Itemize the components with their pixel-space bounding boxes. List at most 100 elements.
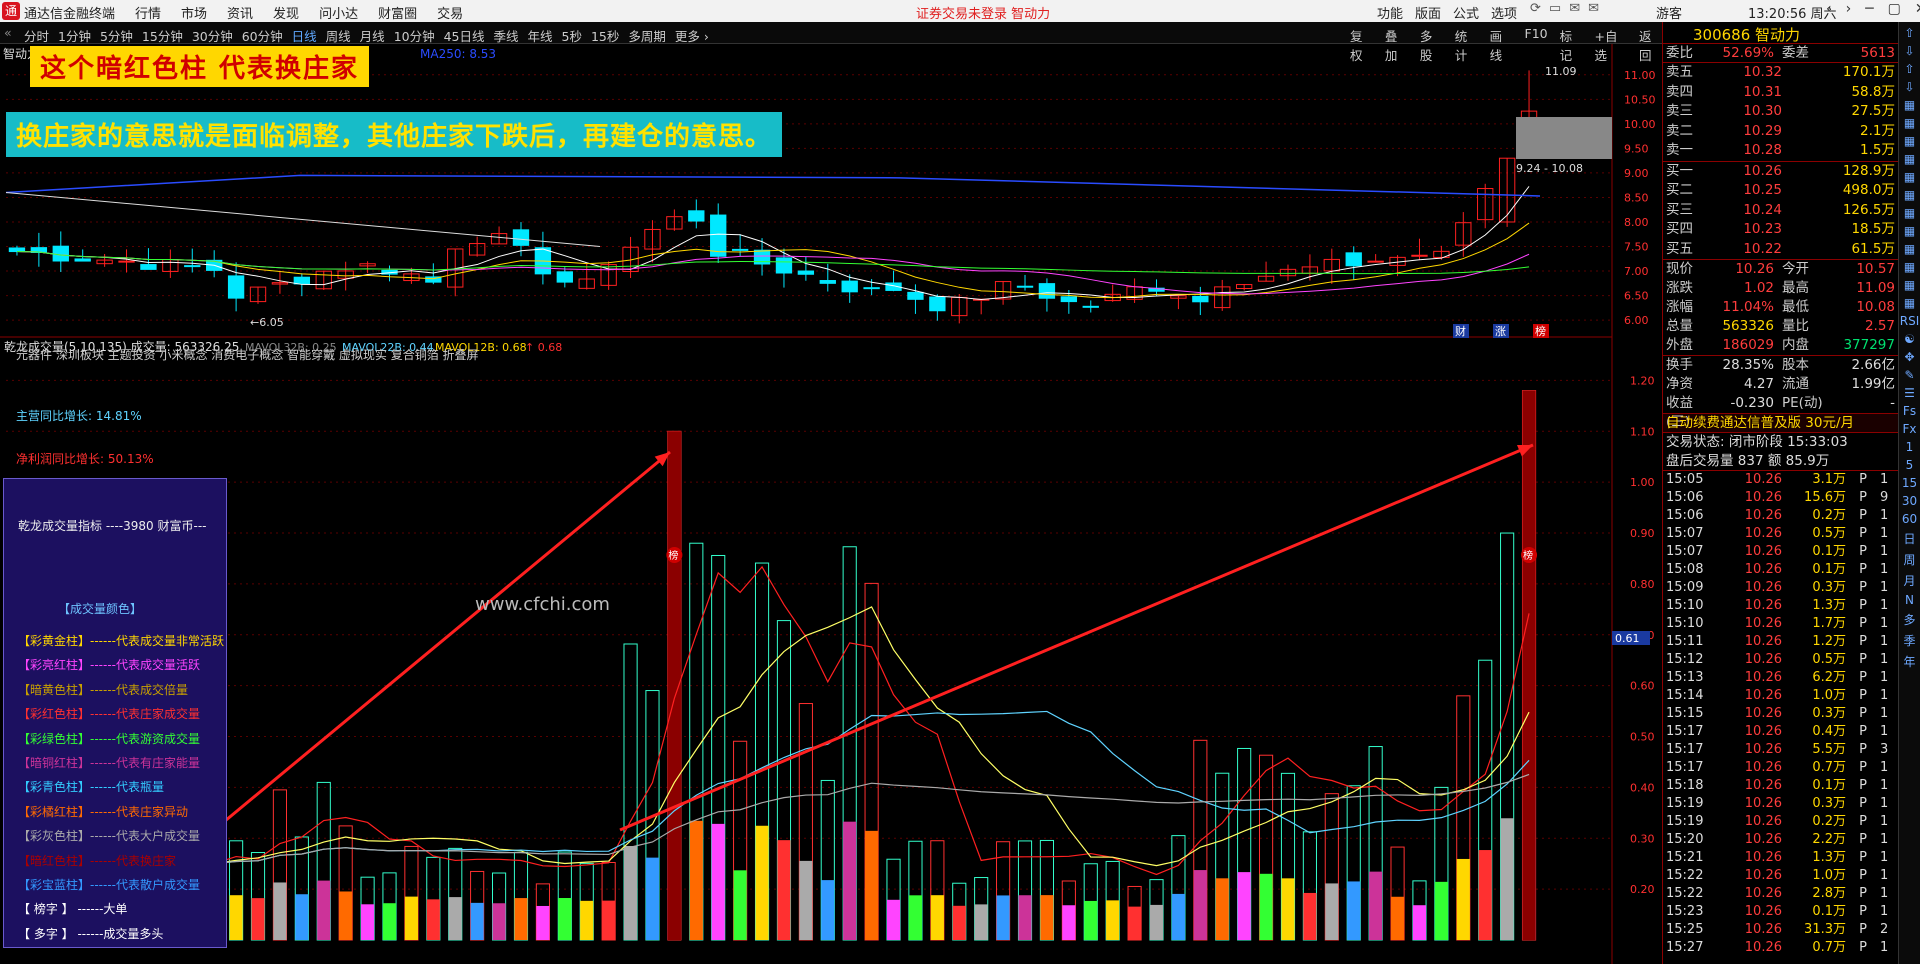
user-guest[interactable]: 游客 <box>1656 3 1682 22</box>
minimize-icon[interactable]: ─ <box>1865 1 1873 17</box>
tab-3[interactable]: 15分钟 <box>142 26 183 45</box>
menu-item[interactable]: 问小达 <box>319 3 358 22</box>
tick-row[interactable]: 15:08 10.26 0.1万 P 1 <box>1663 561 1898 579</box>
side-tool-icon[interactable]: ⇩ <box>1904 80 1914 94</box>
maximize-icon[interactable]: ▢ <box>1888 1 1901 17</box>
side-tool-icon[interactable]: RSI <box>1900 314 1920 328</box>
side-tool-icon[interactable]: ✎ <box>1904 368 1914 382</box>
tick-row[interactable]: 15:14 10.26 1.0万 P 1 <box>1663 687 1898 705</box>
side-tool-icon[interactable]: ▦ <box>1904 242 1915 256</box>
tab-11[interactable]: 季线 <box>494 26 519 45</box>
tab-8[interactable]: 月线 <box>360 26 385 45</box>
tick-row[interactable]: 15:10 10.26 1.3万 P 1 <box>1663 597 1898 615</box>
tick-row[interactable]: 15:23 10.26 0.1万 P 1 <box>1663 903 1898 921</box>
message-icon[interactable]: ✉ <box>1569 1 1580 16</box>
side-tool-icon[interactable]: N <box>1905 593 1914 607</box>
tick-row[interactable]: 15:19 10.26 0.2万 P 1 <box>1663 813 1898 831</box>
side-tool-icon[interactable]: ⇧ <box>1904 62 1914 76</box>
menu-item[interactable]: 财富圈 <box>378 3 417 22</box>
forward-icon[interactable]: › <box>1846 1 1852 17</box>
tick-row[interactable]: 15:13 10.26 6.2万 P 1 <box>1663 669 1898 687</box>
side-tool-icon[interactable]: 日 <box>1903 530 1915 547</box>
tab-16[interactable]: 更多 › <box>675 26 709 45</box>
side-tool-icon[interactable]: ▦ <box>1904 296 1915 310</box>
tick-row[interactable]: 15:22 10.26 1.0万 P 1 <box>1663 867 1898 885</box>
email-icon[interactable]: ✉ <box>1588 1 1599 16</box>
side-tool-icon[interactable]: ▦ <box>1904 224 1915 238</box>
tick-row[interactable]: 15:18 10.26 0.1万 P 1 <box>1663 777 1898 795</box>
side-tool-icon[interactable]: 多 <box>1903 611 1915 628</box>
chart-area[interactable]: 11.00 10.50 10.00 9.50 9.00 8.50 8.00 7.50 7.00 6… <box>0 44 1662 964</box>
tab-12[interactable]: 年线 <box>528 26 553 45</box>
tick-row[interactable]: 15:07 10.26 0.5万 P 1 <box>1663 525 1898 543</box>
menu-item[interactable]: 功能 <box>1377 3 1403 22</box>
promo-banner[interactable]: 自动续费通达信普及版 30元/月 <box>1663 414 1898 433</box>
tick-row[interactable]: 15:19 10.26 0.3万 P 1 <box>1663 795 1898 813</box>
book-row[interactable]: 卖四 10.31 58.8万 <box>1663 83 1898 103</box>
side-tool-icon[interactable]: ⇧ <box>1904 26 1914 40</box>
tab-10[interactable]: 45日线 <box>444 26 485 45</box>
side-tool-icon[interactable]: 30 <box>1902 494 1917 508</box>
menu-item[interactable]: 选项 <box>1491 3 1517 22</box>
side-tool-icon[interactable]: ▦ <box>1904 278 1915 292</box>
side-tool-icon[interactable]: 周 <box>1903 551 1915 568</box>
stock-code-name[interactable]: 300686 智动力 <box>1663 22 1898 44</box>
side-tool-icon[interactable]: ▦ <box>1904 170 1915 184</box>
book-row[interactable]: 卖五 10.32 170.1万 <box>1663 63 1898 83</box>
tab-6[interactable]: 日线 <box>292 26 317 45</box>
tick-row[interactable]: 15:06 10.26 15.6万 P 9 <box>1663 489 1898 507</box>
side-tool-icon[interactable]: 年 <box>1903 653 1915 670</box>
book-row[interactable]: 卖二 10.29 2.1万 <box>1663 122 1898 142</box>
tick-row[interactable]: 15:17 10.26 5.5万 P 3 <box>1663 741 1898 759</box>
side-tool-icon[interactable]: ✥ <box>1904 350 1914 364</box>
side-tool-icon[interactable]: 5 <box>1906 458 1914 472</box>
close-icon[interactable]: ✕ <box>1915 1 1920 17</box>
book-row[interactable]: 买五 10.22 61.5万 <box>1663 240 1898 260</box>
side-tool-icon[interactable]: 月 <box>1903 572 1915 589</box>
tick-row[interactable]: 15:11 10.26 1.2万 P 1 <box>1663 633 1898 651</box>
menu-item[interactable]: 市场 <box>181 3 207 22</box>
side-tool-icon[interactable]: ▦ <box>1904 134 1915 148</box>
side-tool-icon[interactable]: ▦ <box>1904 98 1915 112</box>
book-row[interactable]: 卖一 10.28 1.5万 <box>1663 141 1898 161</box>
side-tool-icon[interactable]: 60 <box>1902 512 1917 526</box>
login-status[interactable]: 证券交易未登录 智动力 <box>916 3 1050 22</box>
menu-item[interactable]: 版面 <box>1415 3 1441 22</box>
side-tool-icon[interactable]: 季 <box>1903 632 1915 649</box>
side-tool-icon[interactable]: ⇩ <box>1904 44 1914 58</box>
tick-row[interactable]: 15:25 10.26 31.3万 P 2 <box>1663 921 1898 939</box>
screen-icon[interactable]: ▭ <box>1549 1 1561 16</box>
tab-7[interactable]: 周线 <box>326 26 351 45</box>
kline-volume-chart[interactable]: 11.00 10.50 10.00 9.50 9.00 8.50 8.00 7.50 7.00 6… <box>0 44 1662 964</box>
side-tool-icon[interactable]: 1 <box>1906 440 1914 454</box>
tick-row[interactable]: 15:21 10.26 1.3万 P 1 <box>1663 849 1898 867</box>
side-tool-icon[interactable]: Fx <box>1902 422 1916 436</box>
menu-item[interactable]: 发现 <box>273 3 299 22</box>
book-row[interactable]: 买一 10.26 128.9万 <box>1663 162 1898 182</box>
tick-row[interactable]: 15:17 10.26 0.4万 P 1 <box>1663 723 1898 741</box>
side-tool-icon[interactable]: ☰ <box>1904 386 1915 400</box>
side-tool-icon[interactable]: ▦ <box>1904 116 1915 130</box>
back-icon[interactable]: ‹ <box>1826 1 1832 17</box>
tab-1[interactable]: 1分钟 <box>58 26 91 45</box>
side-tool-icon[interactable]: ▦ <box>1904 188 1915 202</box>
book-row[interactable]: 买三 10.24 126.5万 <box>1663 201 1898 221</box>
tick-row[interactable]: 15:15 10.26 0.3万 P 1 <box>1663 705 1898 723</box>
tick-row[interactable]: 15:06 10.26 0.2万 P 1 <box>1663 507 1898 525</box>
tick-row[interactable]: 15:12 10.26 0.5万 P 1 <box>1663 651 1898 669</box>
tab-9[interactable]: 10分钟 <box>394 26 435 45</box>
refresh-icon[interactable]: ⟳ <box>1530 1 1541 16</box>
side-tool-icon[interactable]: 15 <box>1902 476 1917 490</box>
tick-list[interactable]: 15:05 10.26 3.1万 P 1 15:06 10.26 15.6万 P 9 15:06 10… <box>1663 471 1898 957</box>
tab-5[interactable]: 60分钟 <box>242 26 283 45</box>
side-tool-icon[interactable]: ☯ <box>1904 332 1915 346</box>
tick-row[interactable]: 15:20 10.26 2.2万 P 1 <box>1663 831 1898 849</box>
menu-item[interactable]: 行情 <box>135 3 161 22</box>
tab-2[interactable]: 5分钟 <box>100 26 133 45</box>
book-row[interactable]: 买四 10.23 18.5万 <box>1663 220 1898 240</box>
tab-14[interactable]: 15秒 <box>591 26 619 45</box>
menu-item[interactable]: 公式 <box>1453 3 1479 22</box>
tab-4[interactable]: 30分钟 <box>192 26 233 45</box>
tick-row[interactable]: 15:09 10.26 0.3万 P 1 <box>1663 579 1898 597</box>
collapse-icon[interactable]: « <box>4 25 12 40</box>
